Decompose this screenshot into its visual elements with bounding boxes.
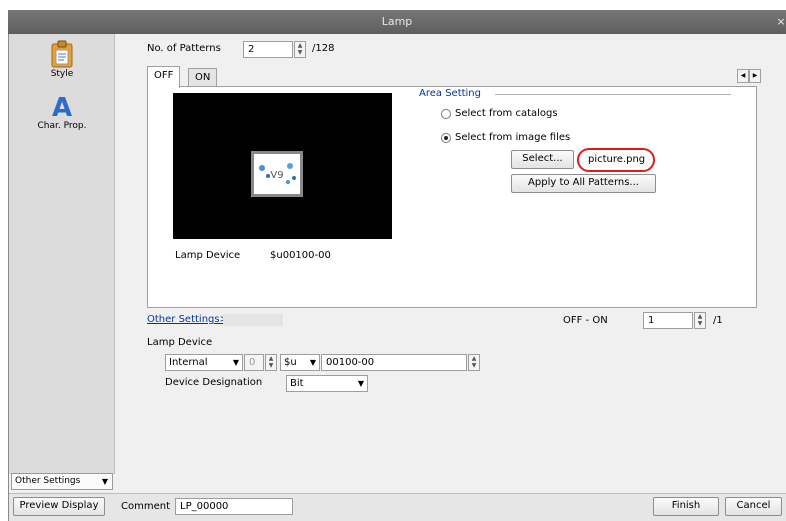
- finish-button[interactable]: Finish: [653, 497, 719, 516]
- tab-off[interactable]: OFF: [147, 66, 181, 88]
- device-number-input[interactable]: 0: [244, 354, 264, 371]
- device-number-stepper[interactable]: ▲ ▼: [265, 354, 277, 371]
- window-title: Lamp: [381, 15, 413, 28]
- other-settings-label: Other Settings: [15, 476, 81, 486]
- spin-up-icon[interactable]: ▲: [695, 313, 705, 320]
- device-address-stepper[interactable]: ▲ ▼: [468, 354, 480, 371]
- patterns-stepper[interactable]: ▲ ▼: [294, 41, 306, 58]
- chevron-down-icon: ▼: [309, 358, 316, 367]
- thumb-text: V9: [270, 170, 283, 181]
- spin-up-icon[interactable]: ▲: [266, 355, 276, 362]
- sidebar: Style A Char. Prop.: [9, 34, 115, 474]
- tab-scroll-left-icon[interactable]: ◀: [737, 69, 749, 83]
- apply-all-button[interactable]: Apply to All Patterns...: [511, 174, 656, 193]
- radio-catalog-label: Select from catalogs: [455, 108, 558, 119]
- off-on-label: OFF - ON: [563, 315, 608, 326]
- lamp-device-label: Lamp Device: [147, 337, 213, 348]
- other-settings-dropdown[interactable]: Other Settings ▼: [11, 473, 113, 490]
- device-prefix-select[interactable]: $u ▼: [280, 354, 320, 371]
- area-divider: [495, 94, 731, 95]
- comment-input[interactable]: LP_00000: [175, 498, 293, 515]
- off-on-input[interactable]: 1: [643, 312, 693, 329]
- letter-a-icon: A: [52, 93, 72, 120]
- patterns-max: /128: [312, 43, 335, 54]
- clipboard-icon: [51, 40, 73, 68]
- preview-device-value: $u00100-00: [270, 250, 331, 261]
- sidebar-item-label: Style: [50, 69, 74, 79]
- picture-icon: V9: [259, 163, 296, 184]
- cancel-button[interactable]: Cancel: [725, 497, 782, 516]
- tab-on[interactable]: ON: [188, 68, 218, 88]
- designation-select[interactable]: Bit ▼: [286, 375, 368, 392]
- device-prefix-value: $u: [284, 357, 297, 368]
- spin-down-icon[interactable]: ▼: [695, 320, 705, 327]
- comment-label: Comment: [121, 501, 170, 512]
- spin-up-icon[interactable]: ▲: [295, 42, 305, 49]
- spin-up-icon[interactable]: ▲: [469, 355, 479, 362]
- tab-scroll-right-icon[interactable]: ▶: [749, 69, 761, 83]
- device-address-input[interactable]: 00100-00: [321, 354, 467, 371]
- off-on-stepper[interactable]: ▲ ▼: [694, 312, 706, 329]
- chevron-down-icon: ▼: [101, 477, 108, 486]
- close-icon[interactable]: ×: [776, 10, 786, 34]
- lamp-dialog: Style A Char. Prop. Other Settings ▼ No.…: [8, 34, 786, 521]
- radio-catalog[interactable]: [441, 109, 451, 119]
- patterns-input[interactable]: 2: [243, 41, 293, 58]
- sidebar-item-label: Char. Prop.: [37, 121, 87, 131]
- off-on-max: /1: [713, 315, 723, 326]
- patterns-label: No. of Patterns: [147, 43, 221, 54]
- device-type-value: Internal: [169, 357, 208, 368]
- chevron-down-icon: ▼: [357, 379, 364, 388]
- spin-down-icon[interactable]: ▼: [266, 362, 276, 369]
- preview-device-label: Lamp Device: [175, 250, 241, 261]
- title-bar: Lamp ×: [8, 10, 786, 34]
- area-setting-title: Area Setting: [419, 88, 481, 99]
- file-name: picture.png: [588, 154, 646, 165]
- radio-image-files-label: Select from image files: [455, 132, 571, 143]
- device-type-select[interactable]: Internal ▼: [165, 354, 243, 371]
- radio-image-files[interactable]: [441, 133, 451, 143]
- chevron-down-icon: ▼: [232, 358, 239, 367]
- spin-down-icon[interactable]: ▼: [295, 49, 305, 56]
- link-bar: [223, 314, 283, 326]
- sidebar-item-char-prop[interactable]: A Char. Prop.: [9, 92, 115, 150]
- designation-label: Device Designation: [165, 377, 263, 388]
- spin-down-icon[interactable]: ▼: [469, 362, 479, 369]
- preview-canvas: V9: [173, 93, 392, 239]
- svg-text:A: A: [52, 93, 72, 120]
- image-thumbnail: V9: [251, 151, 303, 197]
- sidebar-item-style[interactable]: Style: [9, 40, 115, 98]
- designation-value: Bit: [290, 378, 304, 389]
- select-button[interactable]: Select...: [511, 150, 574, 169]
- preview-display-button[interactable]: Preview Display: [13, 497, 105, 516]
